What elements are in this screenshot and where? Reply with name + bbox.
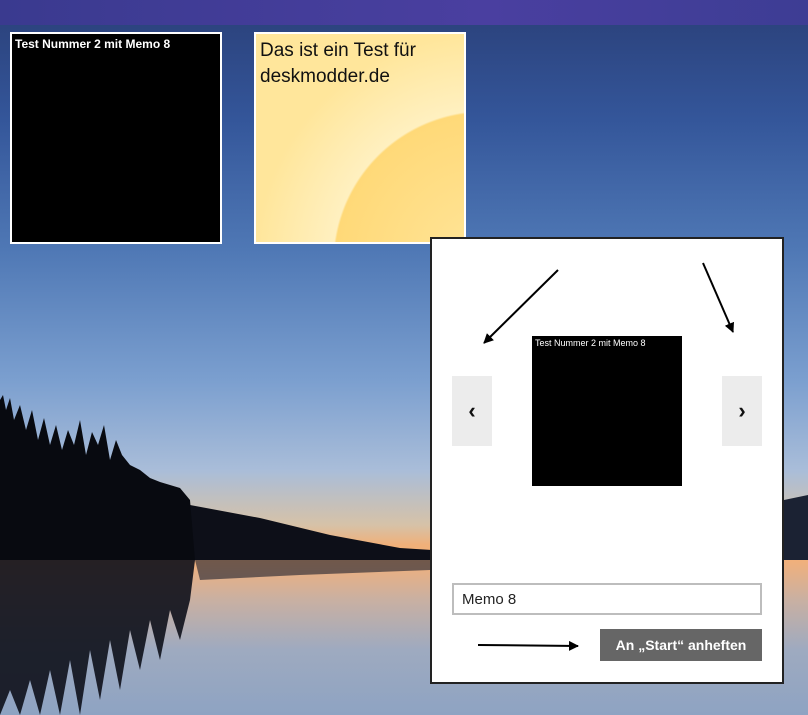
memo-tile-black[interactable]: Test Nummer 2 mit Memo 8 — [10, 32, 222, 244]
chevron-left-icon: ‹ — [468, 398, 476, 423]
memo-tile-yellow[interactable]: Das ist ein Test für deskmodder.de — [254, 32, 466, 244]
pin-to-start-flyout: ‹ Test Nummer 2 mit Memo 8 › An „Start“ … — [430, 237, 784, 684]
memo-tile-yellow-text: Das ist ein Test für deskmodder.de — [260, 40, 416, 87]
next-button[interactable]: › — [722, 376, 762, 446]
tile-name-input[interactable] — [452, 583, 762, 615]
memo-tile-black-text: Test Nummer 2 mit Memo 8 — [15, 37, 171, 51]
tile-preview-text: Test Nummer 2 mit Memo 8 — [535, 338, 646, 348]
chevron-right-icon: › — [738, 398, 746, 423]
previous-button[interactable]: ‹ — [452, 376, 492, 446]
tile-preview: Test Nummer 2 mit Memo 8 — [532, 336, 682, 486]
pin-to-start-button[interactable]: An „Start“ anheften — [600, 629, 762, 661]
